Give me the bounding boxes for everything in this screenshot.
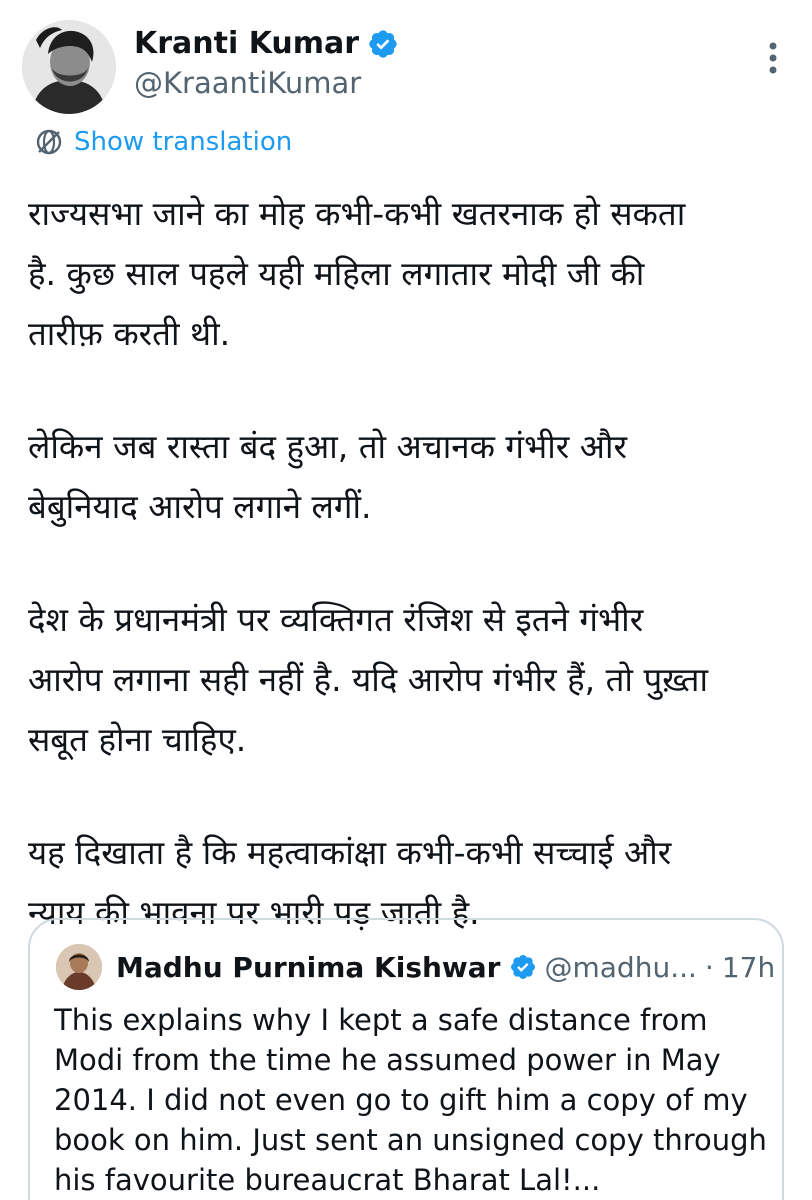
tweet-view: Kranti Kumar @KraantiKumar Show translat… [0,0,812,1200]
separator-dot: · [704,950,714,984]
author-name-row[interactable]: Kranti Kumar [134,24,399,64]
tweet-body: राज्यसभा जाने का मोह कभी-कभी खतरनाक हो स… [28,184,788,996]
tweet-paragraph: राज्यसभा जाने का मोह कभी-कभी खतरनाक हो स… [28,194,686,353]
quoted-author-avatar[interactable] [56,944,102,990]
show-translation-label[interactable]: Show translation [74,124,292,160]
author-avatar[interactable] [22,20,116,114]
verified-badge-icon [369,30,397,58]
verified-badge-icon [510,955,535,979]
quoted-author-handle[interactable]: @madhu... [545,951,697,984]
quoted-tweet-card[interactable]: Madhu Purnima Kishwar @madhu... · 17h Th… [28,918,784,1200]
translate-globe-icon [36,129,62,155]
quoted-tweet-header: Madhu Purnima Kishwar @madhu... · 17h [56,944,775,990]
more-vertical-icon[interactable] [758,40,788,76]
quoted-tweet-text: This explains why I kept a safe distance… [54,1003,767,1197]
author-handle[interactable]: @KraantiKumar [134,64,361,102]
tweet-paragraph: देश के प्रधानमंत्री पर व्यक्तिगत रंजिश स… [28,600,709,759]
quoted-timestamp[interactable]: 17h [722,951,775,984]
tweet-paragraph: लेकिन जब रास्ता बंद हुआ, तो अचानक गंभीर … [28,427,627,526]
quoted-author-name[interactable]: Madhu Purnima Kishwar [116,951,501,984]
show-translation-link[interactable]: Show translation [34,124,292,160]
author-name[interactable]: Kranti Kumar [134,24,359,64]
